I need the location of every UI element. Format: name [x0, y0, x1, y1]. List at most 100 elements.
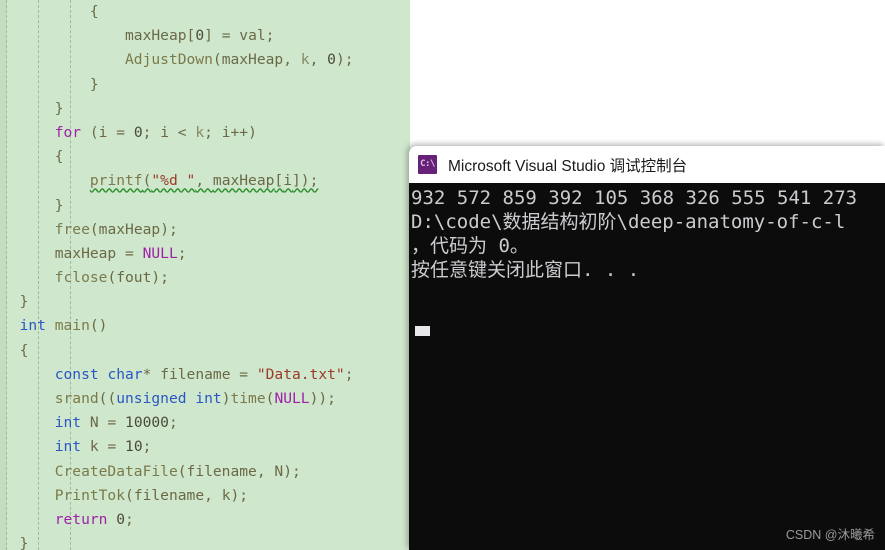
code-token: );: [151, 269, 169, 287]
code-token: 0: [195, 27, 205, 45]
code-token: {: [19, 341, 29, 359]
code-token: {: [89, 3, 99, 20]
code-token: maxHeap: [212, 172, 275, 190]
code-token: }: [89, 75, 99, 93]
code-line: {: [0, 339, 410, 363]
code-line: {: [0, 145, 410, 169]
debug-console-window[interactable]: C:\ Microsoft Visual Studio 调试控制台 932 57…: [409, 146, 885, 550]
code-token: N: [274, 462, 284, 480]
console-window-title: Microsoft Visual Studio 调试控制台: [448, 157, 688, 175]
code-token: ,: [309, 51, 328, 69]
command-prompt-icon: C:\: [418, 155, 437, 174]
code-token: =: [230, 365, 257, 383]
console-cursor: [415, 326, 430, 336]
code-warning-squiggle: printf("%d ", maxHeap[i]);: [90, 172, 319, 189]
code-token: ;: [142, 123, 161, 141]
code-line: int N = 10000;: [0, 411, 410, 435]
code-token: }: [19, 535, 29, 550]
code-token: main: [54, 317, 90, 335]
code-token: ));: [309, 390, 336, 407]
code-token: (: [125, 486, 134, 504]
code-token: k: [195, 123, 205, 141]
code-token: filename: [160, 365, 231, 383]
code-token: (: [89, 220, 99, 238]
code-token: (: [212, 51, 222, 69]
code-token: time: [230, 390, 266, 407]
code-line: printf("%d ", maxHeap[i]);: [0, 169, 410, 193]
code-token: i: [221, 123, 231, 141]
code-token: val: [239, 27, 266, 45]
code-token: i: [283, 172, 293, 190]
code-token: NULL: [142, 244, 178, 262]
code-token: for: [54, 123, 82, 141]
code-token: filename: [186, 462, 257, 480]
code-token: (): [89, 317, 108, 335]
code-token: N: [89, 414, 99, 432]
code-line: int k = 10;: [0, 435, 410, 459]
code-token: k: [300, 51, 310, 69]
code-token: fclose: [54, 269, 108, 287]
code-token: NULL: [274, 390, 310, 407]
code-token: 0: [116, 510, 126, 528]
code-token: int: [54, 438, 82, 456]
console-line: 932 572 859 392 105 368 326 555 541 273: [411, 187, 858, 209]
code-token: ,: [204, 486, 222, 504]
code-token: PrintTok: [54, 486, 126, 504]
code-token: maxHeap: [54, 244, 117, 262]
code-line: maxHeap[0] = val;: [0, 24, 410, 48]
code-line: maxHeap = NULL;: [0, 242, 410, 266]
code-token: fout: [116, 269, 152, 287]
code-token: );: [335, 51, 354, 69]
code-token: ++): [230, 123, 257, 141]
csdn-watermark: CSDN @沐曦希: [785, 528, 875, 542]
code-token: ;: [142, 438, 152, 456]
code-token: (: [81, 123, 99, 141]
code-token: 10: [125, 438, 143, 456]
console-line: D:\code\数据结构初阶\deep-anatomy-of-c-l: [411, 211, 846, 233]
code-line: fclose(fout);: [0, 266, 410, 290]
code-line: }: [0, 73, 410, 97]
code-token: ] =: [204, 27, 240, 45]
code-token: ;: [125, 510, 134, 528]
code-token: maxHeap: [98, 220, 161, 238]
code-token: [: [186, 27, 196, 45]
code-token: }: [19, 293, 29, 311]
code-token: *: [142, 365, 161, 383]
code-token: ;: [344, 365, 354, 383]
code-token: "Data.txt": [256, 365, 345, 383]
console-output-area[interactable]: 932 572 859 392 105 368 326 555 541 273 D…: [409, 183, 885, 550]
code-editor-pane[interactable]: { maxHeap[0] = val; AdjustDown(maxHeap, …: [0, 0, 410, 550]
console-titlebar[interactable]: C:\ Microsoft Visual Studio 调试控制台: [409, 146, 885, 183]
command-prompt-icon-glyph: C:\: [420, 159, 435, 169]
console-line: 按任意键关闭此窗口. . .: [411, 259, 640, 281]
code-line: int main(): [0, 314, 410, 338]
code-line: for (i = 0; i < k; i++): [0, 121, 410, 145]
code-token: free: [54, 220, 90, 238]
code-token: [: [274, 172, 284, 190]
code-token: k: [89, 438, 99, 456]
code-token: );: [230, 486, 249, 504]
code-token: =: [107, 123, 134, 141]
code-token: unsigned: [116, 390, 187, 407]
code-token: ;: [204, 123, 222, 141]
code-token: maxHeap: [125, 27, 187, 45]
code-token: int: [19, 317, 46, 335]
code-line: }: [0, 194, 410, 218]
code-text-area[interactable]: { maxHeap[0] = val; AdjustDown(maxHeap, …: [0, 0, 410, 550]
console-lines: 932 572 859 392 105 368 326 555 541 273 D…: [411, 186, 885, 282]
code-token: printf: [89, 172, 143, 190]
code-line: free(maxHeap);: [0, 218, 410, 242]
code-token: int: [195, 390, 222, 407]
code-line: }: [0, 97, 410, 121]
code-token: char: [107, 365, 143, 383]
code-token: ;: [177, 244, 187, 262]
code-token: =: [116, 244, 143, 262]
code-line: }: [0, 290, 410, 314]
code-token: );: [283, 462, 301, 480]
code-token: "%d ": [151, 172, 196, 190]
code-token: =: [98, 414, 126, 432]
code-token: );: [160, 220, 178, 238]
